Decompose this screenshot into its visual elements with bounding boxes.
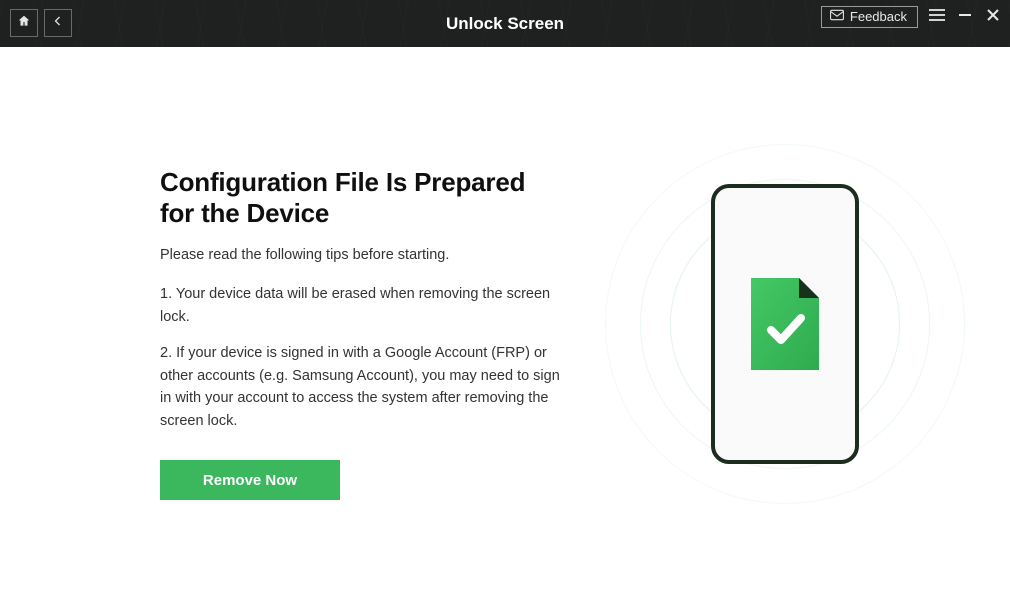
titlebar: Unlock Screen Feedback <box>0 0 1010 47</box>
tip-2: 2. If your device is signed in with a Go… <box>160 342 560 432</box>
phone-illustration <box>711 184 859 464</box>
document-check-icon <box>751 278 819 370</box>
hamburger-icon <box>929 8 945 27</box>
remove-now-label: Remove Now <box>203 472 297 489</box>
remove-now-button[interactable]: Remove Now <box>160 460 340 500</box>
menu-button[interactable] <box>928 8 946 26</box>
minimize-icon <box>958 8 972 27</box>
instructions-panel: Configuration File Is Prepared for the D… <box>160 47 560 600</box>
illustration-panel <box>560 47 1010 600</box>
subtext: Please read the following tips before st… <box>160 247 560 263</box>
tip-1: 1. Your device data will be erased when … <box>160 283 560 328</box>
page-heading: Configuration File Is Prepared for the D… <box>160 167 560 229</box>
back-button[interactable] <box>44 9 72 37</box>
feedback-button[interactable]: Feedback <box>821 6 918 28</box>
content-area: Configuration File Is Prepared for the D… <box>0 47 1010 600</box>
home-icon <box>17 14 31 33</box>
mail-icon <box>830 9 844 24</box>
feedback-label: Feedback <box>850 9 907 24</box>
close-icon <box>986 8 1000 27</box>
close-button[interactable] <box>984 8 1002 26</box>
home-button[interactable] <box>10 9 38 37</box>
minimize-button[interactable] <box>956 8 974 26</box>
chevron-left-icon <box>52 14 64 32</box>
window-title: Unlock Screen <box>446 14 564 34</box>
